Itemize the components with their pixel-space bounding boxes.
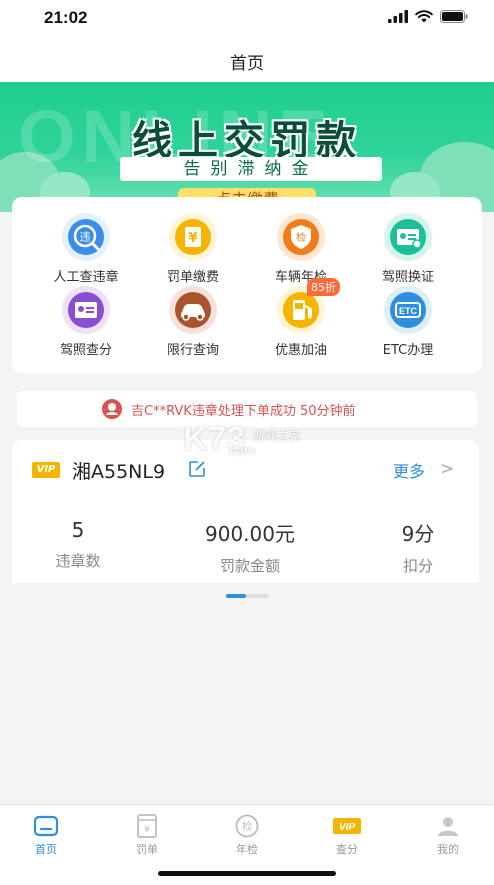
svg-text:¥: ¥: [144, 825, 150, 835]
service-annual-inspection[interactable]: 检 车辆年检: [251, 213, 351, 285]
notice-bell-icon: [102, 399, 122, 419]
status-icons: [388, 10, 468, 23]
notice-bar[interactable]: 吉C**RVK违章处理下单成功 50分钟前: [17, 391, 477, 427]
ticket-payment-icon: ¥: [169, 213, 217, 261]
service-ticket-payment[interactable]: ¥ 罚单缴费: [143, 213, 243, 285]
vip-badge: VIP: [32, 462, 60, 478]
battery-icon: [440, 10, 468, 23]
tab-home[interactable]: 首页: [16, 813, 76, 857]
tab-label: 我的: [437, 843, 459, 856]
svg-text:检: 检: [296, 231, 306, 244]
service-label: 限行查询: [166, 343, 219, 358]
violation-count-stat[interactable]: 5 违章数: [8, 518, 148, 571]
svg-text:检: 检: [242, 820, 252, 833]
tab-profile[interactable]: 我的: [418, 813, 478, 857]
traffic-restriction-icon: [169, 286, 217, 334]
pager-dot: [246, 594, 268, 598]
tab-label: 年检: [236, 843, 258, 856]
stat-value: 9分: [401, 522, 435, 546]
stat-label: 扣分: [402, 557, 433, 575]
banner-subtitle: 告别滞纳金: [120, 157, 382, 181]
license-renewal-icon: [384, 213, 432, 261]
service-etc[interactable]: ETC ETC办理: [358, 286, 458, 358]
svg-text:ETC: ETC: [399, 306, 418, 316]
pager-dot-active: [226, 594, 246, 598]
fuel-discount-icon: 85折: [277, 278, 340, 334]
service-license-points[interactable]: 驾照查分: [36, 286, 136, 358]
service-label: 优惠加油: [274, 343, 327, 358]
svg-text:¥: ¥: [188, 231, 197, 246]
service-label: 人工查违章: [53, 270, 119, 285]
status-time: 21:02: [44, 8, 88, 27]
chevron-right-icon[interactable]: >: [440, 459, 454, 479]
stat-value: 900.00元: [205, 522, 295, 546]
tab-points[interactable]: VIP 查分: [317, 813, 377, 857]
tab-label: 首页: [35, 843, 57, 856]
tab-label: 查分: [336, 843, 358, 856]
points-deducted-stat[interactable]: 9分 扣分: [348, 518, 488, 576]
stat-value: 5: [71, 518, 85, 542]
service-label: 驾照换证: [381, 270, 434, 285]
tab-tickets[interactable]: ¥ 罚单: [117, 813, 177, 857]
wifi-icon: [415, 10, 433, 23]
service-license-renewal[interactable]: 驾照换证: [358, 213, 458, 285]
stat-label: 违章数: [55, 552, 101, 570]
fine-amount-stat[interactable]: 900.00元 罚款金额: [180, 518, 320, 576]
service-fuel-discount[interactable]: 85折 优惠加油: [251, 278, 351, 358]
home-icon: [33, 815, 59, 837]
license-points-icon: [62, 286, 110, 334]
k73-watermark-url: .com: [226, 444, 256, 458]
discount-badge: 85折: [307, 278, 340, 296]
ticket-icon: ¥: [137, 814, 157, 838]
etc-icon: ETC: [384, 286, 432, 334]
inspection-icon: 检: [235, 814, 259, 838]
status-bar: 21:02: [0, 0, 494, 36]
svg-text:VIP: VIP: [339, 822, 355, 833]
service-label: 罚单缴费: [166, 270, 219, 285]
page-title: 首页: [230, 54, 264, 74]
tab-label: 罚单: [136, 843, 158, 856]
violation-query-icon: 违: [62, 213, 110, 261]
profile-icon: [438, 817, 458, 836]
annual-inspection-icon: 检: [277, 213, 325, 261]
card-pager[interactable]: [226, 594, 268, 598]
license-plate: 湘A55NL9: [72, 461, 166, 483]
stat-label: 罚款金额: [219, 557, 280, 575]
notice-text: 吉C**RVK违章处理下单成功 50分钟前: [131, 404, 356, 419]
k73-watermark-sub: 游戏之家: [253, 429, 302, 443]
tab-inspection[interactable]: 检 年检: [217, 813, 277, 857]
service-label: ETC办理: [382, 343, 434, 358]
more-link[interactable]: 更多: [393, 458, 425, 482]
edit-icon[interactable]: [188, 460, 206, 478]
vehicle-card: VIP 湘A55NL9 更多 > 5 违章数 900.00元 罚款金额 9分 扣…: [12, 440, 479, 583]
home-indicator: [158, 871, 336, 876]
nav-bar: 首页: [0, 36, 494, 82]
vip-icon: VIP: [333, 818, 361, 834]
service-violation-query[interactable]: 违 人工查违章: [36, 213, 136, 285]
service-traffic-restriction[interactable]: 限行查询: [143, 286, 243, 358]
services-grid: 违 人工查违章 ¥ 罚单缴费 检 车辆年检 驾照换证 驾照查分 限行查询 85折…: [12, 197, 482, 373]
signal-icon: [388, 10, 408, 23]
svg-text:违: 违: [80, 231, 91, 244]
service-label: 驾照查分: [59, 343, 112, 358]
